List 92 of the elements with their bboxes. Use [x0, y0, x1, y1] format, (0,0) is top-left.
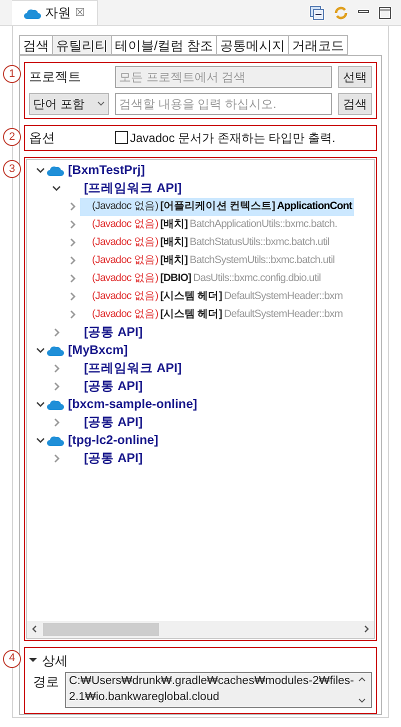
project-label: 프로젝트 [29, 68, 82, 86]
scrollbar-thumb[interactable] [43, 622, 159, 636]
category-label: [시스템 헤더] [160, 288, 222, 304]
api-group-label[interactable]: [공통 API] [84, 449, 143, 468]
category-label: [배치] [160, 234, 188, 250]
chevron-down-icon[interactable] [36, 436, 45, 446]
chevron-right-icon[interactable] [68, 274, 77, 284]
chevron-down-icon[interactable] [36, 346, 45, 356]
match-mode-dropdown[interactable]: 단어 포함 [29, 93, 109, 115]
close-icon[interactable]: ☒ [75, 4, 85, 22]
chevron-right-icon[interactable] [68, 220, 77, 230]
checkbox-label: Javadoc 문서가 존재하는 타입만 출력. [130, 130, 336, 147]
project-label[interactable]: [BxmTestPrj] [68, 161, 145, 180]
scroll-up-icon[interactable] [357, 675, 367, 683]
class-row[interactable]: (Javadoc 없음) [DBIO] DasUtils::bxmc.config.dbio.util [80, 270, 323, 288]
project-label[interactable]: [bxcm-sample-online] [68, 395, 198, 414]
search-field[interactable]: 검색할 내용을 입력 하십시오. [115, 93, 332, 115]
class-name: ApplicationCont [276, 198, 352, 214]
api-group-label[interactable]: [프레임워크 API] [84, 179, 182, 198]
class-row[interactable]: (Javadoc 없음) [시스템 헤더] DefaultSystemHeader::bxm [80, 306, 345, 324]
class-row[interactable]: (Javadoc 없음) [배치] BatchSystemUtils::bxmc.batch.util [80, 252, 337, 270]
path-field[interactable]: C:₩Users₩drunk₩.gradle₩caches₩modules-2₩files-2.1₩io.bankwareglobal.cloud [65, 672, 372, 708]
callout-number: 3 [3, 160, 21, 178]
api-group-label[interactable]: [공통 API] [84, 377, 143, 396]
select-button[interactable]: 선택 [338, 66, 372, 88]
javadoc-note: (Javadoc 없음) [92, 270, 158, 286]
api-group-label[interactable]: [공통 API] [84, 413, 143, 432]
cloud-icon [24, 8, 41, 18]
javadoc-note: (Javadoc 없음) [92, 306, 158, 322]
view-tab[interactable]: 자원 ☒ [12, 0, 98, 25]
chevron-right-icon[interactable] [68, 238, 77, 248]
view-title: 자원 [45, 4, 71, 22]
chevron-right-icon[interactable] [68, 292, 77, 302]
details-title[interactable]: 상세 [42, 650, 68, 670]
category-label: [DBIO] [160, 270, 192, 286]
chevron-right-icon[interactable] [52, 454, 61, 464]
chevron-down-icon[interactable] [36, 166, 45, 176]
javadoc-note: (Javadoc 없음) [92, 288, 158, 304]
category-label: [어플리케이션 컨텍스트] [160, 198, 275, 214]
javadoc-note: (Javadoc 없음) [92, 198, 158, 214]
cloud-icon [47, 435, 64, 446]
path-label: 경로 [33, 673, 59, 691]
chevron-down-icon [97, 101, 105, 107]
expand-triangle-icon[interactable] [29, 656, 37, 664]
class-row[interactable]: (Javadoc 없음) [배치] BatchApplicationUtils::bxmc.batch. [80, 216, 340, 234]
cloud-icon [47, 165, 64, 176]
project-label[interactable]: [MyBxcm] [68, 341, 128, 360]
callout-number: 2 [3, 128, 21, 146]
callout-number: 4 [3, 650, 21, 668]
class-row[interactable]: (Javadoc 없음) [시스템 헤더] DefaultSystemHeader::bxm [80, 288, 345, 306]
api-group-label[interactable]: [공통 API] [84, 323, 143, 342]
tab[interactable]: 거래코드 [288, 35, 348, 55]
horizontal-scrollbar[interactable] [27, 620, 374, 638]
checkbox[interactable] [115, 131, 128, 144]
class-name: BatchApplicationUtils::bxmc.batch. [190, 216, 338, 232]
callout-number: 1 [3, 65, 21, 83]
chevron-right-icon[interactable] [68, 310, 77, 320]
chevron-right-icon[interactable] [68, 256, 77, 266]
chevron-right-icon[interactable] [68, 202, 77, 212]
chevron-right-icon[interactable] [52, 328, 61, 338]
project-label[interactable]: [tpg-lc2-online] [68, 431, 158, 450]
chevron-right-icon[interactable] [52, 418, 61, 428]
sync-icon[interactable] [334, 6, 348, 20]
class-name: DefaultSystemHeader::bxm [224, 306, 343, 322]
class-name: BatchSystemUtils::bxmc.batch.util [190, 252, 335, 268]
options-label: 옵션 [29, 129, 56, 148]
class-row[interactable]: (Javadoc 없음) [어플리케이션 컨텍스트] ApplicationCont [80, 198, 354, 216]
tab[interactable]: 유틸리티 [52, 35, 112, 55]
chevron-down-icon[interactable] [36, 400, 45, 410]
javadoc-note: (Javadoc 없음) [92, 216, 158, 232]
api-group-label[interactable]: [프레임워크 API] [84, 359, 182, 378]
javadoc-note: (Javadoc 없음) [92, 234, 158, 250]
class-row[interactable]: (Javadoc 없음) [배치] BatchStatusUtils::bxmc.batch.util [80, 234, 332, 252]
category-label: [배치] [160, 252, 188, 268]
class-name: DasUtils::bxmc.config.dbio.util [193, 270, 321, 286]
chevron-down-icon[interactable] [52, 184, 61, 194]
cloud-icon [47, 345, 64, 356]
javadoc-note: (Javadoc 없음) [92, 252, 158, 268]
maximize-icon[interactable] [379, 6, 391, 18]
class-name: DefaultSystemHeader::bxm [224, 288, 343, 304]
chevron-right-icon[interactable] [52, 364, 61, 374]
tab[interactable]: 테이블/컬럼 참조 [111, 35, 218, 55]
chevron-right-icon[interactable] [52, 382, 61, 392]
search-button[interactable]: 검색 [338, 93, 372, 115]
tab[interactable]: 검색 [19, 35, 53, 55]
collapse-all-icon[interactable] [310, 6, 324, 20]
category-label: [시스템 헤더] [160, 306, 222, 322]
class-name: BatchStatusUtils::bxmc.batch.util [190, 234, 330, 250]
cloud-icon [47, 399, 64, 410]
scroll-down-icon[interactable] [357, 697, 367, 705]
tab[interactable]: 공통메시지 [216, 35, 290, 55]
category-label: [배치] [160, 216, 188, 232]
